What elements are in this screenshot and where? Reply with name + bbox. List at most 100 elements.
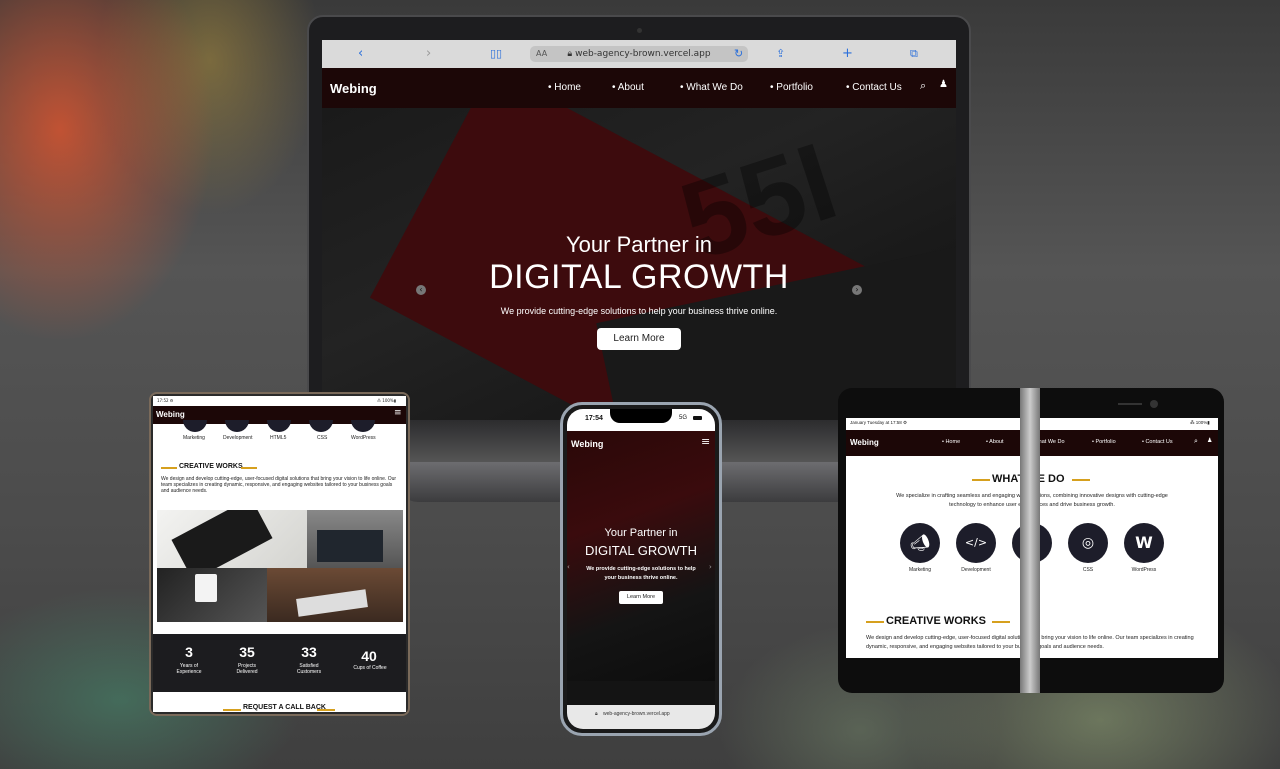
learn-more-button[interactable]: Learn More bbox=[597, 328, 681, 350]
duo-status-time: January Tuesday at 17:58 ⚙ bbox=[850, 420, 908, 425]
phone-signal: 5G bbox=[679, 415, 688, 421]
stat-value-years: 3 bbox=[185, 644, 193, 660]
hamburger-menu-icon[interactable]: ≡ bbox=[701, 435, 710, 448]
service-label-development: Development bbox=[223, 435, 253, 441]
user-icon[interactable]: ♟ bbox=[1207, 437, 1212, 444]
coffee-mug-image bbox=[195, 574, 217, 602]
carousel-next-icon[interactable]: › bbox=[852, 285, 862, 295]
marketing-icon[interactable]: 📣︎ bbox=[900, 523, 940, 563]
forward-icon[interactable]: › bbox=[426, 46, 431, 62]
service-label-css: CSS bbox=[1082, 567, 1094, 573]
phone-url[interactable]: web-agency-brown.vercel.app bbox=[603, 711, 670, 717]
lock-icon: 🔒︎ bbox=[595, 711, 598, 717]
request-callback-title: REQUEST A CALL BACK bbox=[243, 704, 326, 711]
divider-line bbox=[317, 709, 335, 711]
duo-nav-home[interactable]: • Home bbox=[942, 439, 960, 445]
divider-line bbox=[161, 467, 177, 469]
development-icon[interactable]: </> bbox=[956, 523, 996, 563]
status-time: 17:52 ⚙ bbox=[157, 398, 174, 403]
lock-icon: 🔒︎ bbox=[567, 49, 573, 59]
site-navbar: Webing • Home • About • What We Do • Por… bbox=[322, 68, 956, 108]
browser-toolbar: ‹ › ▯▯ 🔒︎ web-agency-brown.vercel.app AA… bbox=[322, 40, 956, 68]
phone-logo[interactable]: Webing bbox=[571, 439, 603, 449]
carousel-prev-icon[interactable]: ‹ bbox=[567, 563, 570, 571]
phone-screen: 17:54 5G Webing ≡ Your Partner in DIGITA… bbox=[567, 409, 715, 729]
search-icon[interactable]: ⌕ bbox=[1194, 437, 1198, 446]
search-icon[interactable]: ⌕ bbox=[920, 79, 926, 93]
hero-section: 55I Your Partner in DIGITAL GROWTH We pr… bbox=[322, 108, 956, 420]
phone-hero-subtitle: Your Partner in bbox=[604, 527, 678, 539]
phone-learn-more-button[interactable]: Learn More bbox=[619, 591, 663, 604]
nav-what-we-do[interactable]: • What We Do bbox=[680, 82, 743, 93]
nav-portfolio[interactable]: • Portfolio bbox=[770, 82, 813, 93]
stat-label-projects: Projects Delivered bbox=[236, 663, 258, 675]
divider-line bbox=[223, 709, 241, 711]
service-label-css: CSS bbox=[317, 435, 328, 441]
nav-about[interactable]: • About bbox=[612, 82, 644, 93]
speaker-grille bbox=[1118, 403, 1142, 405]
share-icon[interactable]: ⇪ bbox=[776, 46, 785, 62]
user-icon[interactable]: ♟ bbox=[939, 79, 948, 90]
phone-notch bbox=[610, 409, 672, 423]
nav-contact[interactable]: • Contact Us bbox=[846, 82, 902, 93]
service-label-wordpress: WordPress bbox=[351, 435, 376, 441]
site-logo[interactable]: Webing bbox=[330, 81, 377, 96]
service-label-html5: HTML5 bbox=[270, 435, 287, 441]
phone-hero-tagline: We provide cutting-edge solutions to hel… bbox=[586, 566, 696, 581]
tabs-icon[interactable]: ⧉ bbox=[910, 46, 918, 62]
hero-subtitle: Your Partner in bbox=[566, 232, 712, 257]
service-label-wordpress: WordPress bbox=[1131, 567, 1157, 573]
stats-bar: 3 Years of Experience 35 Projects Delive… bbox=[153, 634, 406, 692]
service-label-marketing: Marketing bbox=[909, 567, 931, 573]
service-label-development: Development bbox=[961, 567, 991, 573]
creative-works-title: CREATIVE WORKS bbox=[179, 463, 243, 470]
divider-line bbox=[992, 621, 1010, 623]
dual-screen-hinge bbox=[1020, 388, 1040, 693]
fold-logo[interactable]: Webing bbox=[156, 410, 185, 419]
camera-icon bbox=[1150, 400, 1158, 408]
duo-logo[interactable]: Webing bbox=[850, 438, 879, 447]
duo-nav-contact[interactable]: • Contact Us bbox=[1142, 439, 1173, 445]
address-bar[interactable]: 🔒︎ web-agency-brown.vercel.app bbox=[530, 46, 748, 62]
creative-works-collage bbox=[157, 510, 403, 622]
stat-label-years: Years of Experience bbox=[176, 663, 202, 675]
back-icon[interactable]: ‹ bbox=[358, 46, 363, 62]
duo-nav-portfolio[interactable]: • Portfolio bbox=[1092, 439, 1116, 445]
url-text: web-agency-brown.vercel.app bbox=[575, 49, 711, 59]
camera-icon bbox=[637, 28, 642, 33]
stat-value-projects: 35 bbox=[239, 644, 255, 660]
html5-icon bbox=[267, 420, 291, 432]
hero-tagline: We provide cutting-edge solutions to hel… bbox=[500, 306, 778, 316]
duo-nav-about[interactable]: • About bbox=[986, 439, 1004, 445]
creative-works-text: We design and develop cutting-edge, user… bbox=[161, 476, 397, 494]
marketing-icon bbox=[183, 420, 207, 432]
css-icon[interactable]: ◎ bbox=[1068, 523, 1108, 563]
duo-status-battery: ⁂ 100%▮ bbox=[1190, 420, 1210, 425]
battery-icon bbox=[693, 416, 702, 420]
reload-icon[interactable]: ↻ bbox=[734, 46, 743, 62]
css-icon bbox=[309, 420, 333, 432]
book-icon[interactable]: ▯▯ bbox=[490, 46, 502, 62]
phone-time: 17:54 bbox=[585, 415, 603, 422]
laptop-screen: ‹ › ▯▯ 🔒︎ web-agency-brown.vercel.app AA… bbox=[322, 40, 956, 420]
foldable-screen: 17:52 ⚙ ⁂ 100%▮ Webing ≡ Marketing Devel… bbox=[153, 396, 406, 712]
stat-value-customers: 33 bbox=[301, 644, 317, 660]
nav-home[interactable]: • Home bbox=[548, 82, 581, 93]
service-label-marketing: Marketing bbox=[183, 435, 205, 441]
duo-creative-works-title: CREATIVE WORKS bbox=[886, 615, 987, 627]
stat-label-coffee: Cups of Coffee bbox=[353, 665, 387, 671]
carousel-next-icon[interactable]: › bbox=[709, 563, 712, 571]
wordpress-icon[interactable]: W bbox=[1124, 523, 1164, 563]
phone-browser-bar: 🔒︎ web-agency-brown.vercel.app bbox=[567, 705, 715, 729]
divider-line bbox=[1072, 479, 1090, 481]
hamburger-menu-icon[interactable]: ≡ bbox=[394, 408, 402, 418]
status-battery: ⁂ 100%▮ bbox=[377, 398, 396, 403]
carousel-prev-icon[interactable]: ‹ bbox=[416, 285, 426, 295]
stat-value-coffee: 40 bbox=[361, 648, 377, 664]
text-size-button[interactable]: AA bbox=[536, 46, 547, 62]
divider-line bbox=[972, 479, 990, 481]
phone-hero: Webing ≡ Your Partner in DIGITAL GROWTH … bbox=[567, 431, 715, 681]
divider-line bbox=[241, 467, 257, 469]
wordpress-icon bbox=[351, 420, 375, 432]
new-tab-icon[interactable]: + bbox=[842, 46, 853, 62]
